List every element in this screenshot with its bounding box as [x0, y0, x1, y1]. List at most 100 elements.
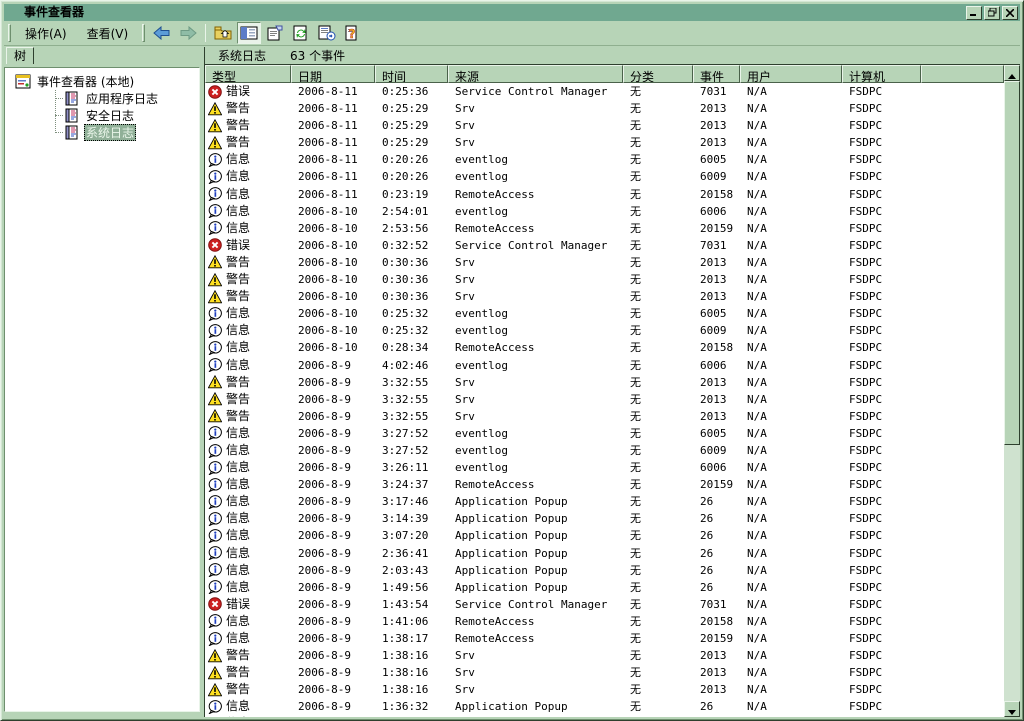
tab-tree[interactable]: 树 [6, 47, 34, 64]
tree-item-label: 安全日志 [84, 107, 136, 124]
table-row[interactable]: 信息2006-8-92:03:43Application Popup无26N/A… [205, 562, 1004, 579]
time-cell: 0:20:26 [375, 168, 448, 185]
column-header-source[interactable]: 来源 [448, 65, 623, 83]
table-row[interactable]: 信息2006-8-94:02:46eventlog无6006N/AFSDPC [205, 357, 1004, 374]
table-row[interactable]: 信息2006-8-93:27:52eventlog无6009N/AFSDPC [205, 442, 1004, 459]
column-header-event[interactable]: 事件 [693, 65, 740, 83]
filler-cell [921, 579, 1004, 596]
table-row[interactable]: 警告2006-8-110:25:29Srv无2013N/AFSDPC [205, 100, 1004, 117]
table-row[interactable]: 信息2006-8-110:20:26eventlog无6005N/AFSDPC [205, 151, 1004, 168]
column-header-user[interactable]: 用户 [740, 65, 842, 83]
user-cell: N/A [740, 391, 842, 408]
computer-cell: FSDPC [842, 117, 921, 134]
filler-cell [921, 562, 1004, 579]
type-cell: 信息 [205, 698, 291, 715]
table-row[interactable]: 信息2006-8-102:54:01eventlog无6006N/AFSDPC [205, 203, 1004, 220]
tree-item-label: 应用程序日志 [84, 90, 160, 107]
table-row[interactable]: 信息2006-8-100:28:34RemoteAccess无20158N/AF… [205, 339, 1004, 356]
table-row[interactable]: 错误2006-8-110:25:36Service Control Manage… [205, 83, 1004, 100]
menu-action[interactable]: 操作(A) [15, 22, 77, 45]
table-row[interactable]: 信息2006-8-91:38:17RemoteAccess无20159N/AFS… [205, 630, 1004, 647]
refresh-button[interactable] [289, 22, 313, 44]
tree-item-system-log[interactable]: 系统日志 [64, 124, 136, 141]
column-header-type[interactable]: 类型 [205, 65, 291, 83]
table-row[interactable]: 信息2006-8-100:25:32eventlog无6009N/AFSDPC [205, 322, 1004, 339]
table-row[interactable]: 信息2006-8-92:36:41Application Popup无26N/A… [205, 545, 1004, 562]
table-row[interactable]: 信息2006-8-93:07:20Application Popup无26N/A… [205, 527, 1004, 544]
type-label: 信息 [226, 562, 250, 579]
event-viewer-window: 事件查看器 操作(A) 查看(V) ? 树 系统日志 63 个事件 事件查看器 … [0, 0, 1024, 721]
table-row[interactable]: 信息2006-8-110:23:19RemoteAccess无20158N/AF… [205, 186, 1004, 203]
export-list-button[interactable] [315, 22, 339, 44]
scroll-thumb[interactable] [1004, 81, 1020, 445]
table-row[interactable]: 警告2006-8-110:25:29Srv无2013N/AFSDPC [205, 117, 1004, 134]
event-cell: 26 [693, 579, 740, 596]
info-icon [208, 563, 222, 577]
table-row[interactable]: 信息2006-8-93:26:11eventlog无6006N/AFSDPC [205, 459, 1004, 476]
table-row[interactable]: 警告2006-8-93:32:55Srv无2013N/AFSDPC [205, 391, 1004, 408]
scroll-down-button[interactable] [1004, 701, 1020, 717]
type-cell: 信息 [205, 579, 291, 596]
table-row[interactable]: 警告2006-8-93:32:55Srv无2013N/AFSDPC [205, 374, 1004, 391]
tree-item-root[interactable]: 事件查看器 (本地) [15, 73, 136, 90]
type-cell: 信息 [205, 510, 291, 527]
source-cell: eventlog [448, 168, 623, 185]
restore-button[interactable] [984, 6, 1000, 20]
help-button[interactable]: ? [341, 22, 365, 44]
user-cell: N/A [740, 254, 842, 271]
table-row[interactable]: 信息2006-8-91:41:06RemoteAccess无20158N/AFS… [205, 613, 1004, 630]
table-row[interactable]: 警告2006-8-110:25:29Srv无2013N/AFSDPC [205, 134, 1004, 151]
filler-cell [921, 100, 1004, 117]
column-header-category[interactable]: 分类 [623, 65, 693, 83]
tree-item-security-log[interactable]: 安全日志 [64, 107, 136, 124]
table-row[interactable]: 信息2006-8-110:20:26eventlog无6009N/AFSDPC [205, 168, 1004, 185]
table-row[interactable]: 信息2006-8-91:49:56Application Popup无26N/A… [205, 579, 1004, 596]
info-icon [208, 221, 222, 235]
toolbar-grip[interactable] [142, 24, 145, 42]
console-tree-pane[interactable]: 事件查看器 (本地)应用程序日志安全日志系统日志 [4, 67, 200, 712]
up-folder-button[interactable] [211, 22, 235, 44]
table-row[interactable]: 警告2006-8-91:38:16Srv无2013N/AFSDPC [205, 681, 1004, 698]
tree-item-application-log[interactable]: 应用程序日志 [64, 90, 160, 107]
properties-button[interactable] [263, 22, 287, 44]
computer-cell: FSDPC [842, 681, 921, 698]
table-row[interactable]: 错误2006-8-91:43:54Service Control Manager… [205, 596, 1004, 613]
table-row[interactable]: 警告2006-8-91:38:16Srv无2013N/AFSDPC [205, 647, 1004, 664]
date-cell: 2006-8-10 [291, 203, 375, 220]
source-cell: Srv [448, 664, 623, 681]
back-button[interactable] [150, 22, 174, 44]
table-row[interactable]: 信息2006-8-93:14:39Application Popup无26N/A… [205, 510, 1004, 527]
column-header-date[interactable]: 日期 [291, 65, 375, 83]
computer-cell: FSDPC [842, 254, 921, 271]
table-row[interactable]: 信息2006-8-100:25:32eventlog无6005N/AFSDPC [205, 305, 1004, 322]
minimize-button[interactable] [966, 6, 982, 20]
time-cell: 1:41:06 [375, 613, 448, 630]
table-row[interactable]: 信息2006-8-93:24:37RemoteAccess无20159N/AFS… [205, 476, 1004, 493]
toolbar-grip[interactable] [8, 24, 11, 42]
column-header-computer[interactable]: 计算机 [842, 65, 921, 83]
forward-button[interactable] [176, 22, 200, 44]
table-row[interactable]: 信息2006-8-102:53:56RemoteAccess无20159N/AF… [205, 220, 1004, 237]
menu-view[interactable]: 查看(V) [77, 22, 139, 45]
source-cell: eventlog [448, 151, 623, 168]
vertical-scrollbar[interactable] [1004, 65, 1020, 717]
category-cell: 无 [623, 698, 693, 715]
table-row[interactable]: 警告2006-8-93:32:55Srv无2013N/AFSDPC [205, 408, 1004, 425]
column-header-time[interactable]: 时间 [375, 65, 448, 83]
table-row[interactable]: 信息2006-8-91:36:32Application Popup无26N/A… [205, 698, 1004, 715]
type-cell: 错误 [205, 596, 291, 613]
table-row[interactable]: 错误2006-8-100:32:52Service Control Manage… [205, 237, 1004, 254]
table-row[interactable]: 信息2006-8-93:17:46Application Popup无26N/A… [205, 493, 1004, 510]
show-tree-button[interactable] [237, 22, 261, 44]
titlebar[interactable]: 事件查看器 [4, 4, 1020, 21]
table-row[interactable]: 警告2006-8-100:30:36Srv无2013N/AFSDPC [205, 288, 1004, 305]
table-row[interactable]: 信息 [205, 715, 1004, 717]
event-cell: 2013 [693, 391, 740, 408]
table-row[interactable]: 警告2006-8-100:30:36Srv无2013N/AFSDPC [205, 254, 1004, 271]
type-cell: 警告 [205, 100, 291, 117]
table-row[interactable]: 警告2006-8-100:30:36Srv无2013N/AFSDPC [205, 271, 1004, 288]
table-row[interactable]: 信息2006-8-93:27:52eventlog无6005N/AFSDPC [205, 425, 1004, 442]
table-row[interactable]: 警告2006-8-91:38:16Srv无2013N/AFSDPC [205, 664, 1004, 681]
close-button[interactable] [1002, 6, 1018, 20]
scroll-up-button[interactable] [1004, 65, 1020, 81]
